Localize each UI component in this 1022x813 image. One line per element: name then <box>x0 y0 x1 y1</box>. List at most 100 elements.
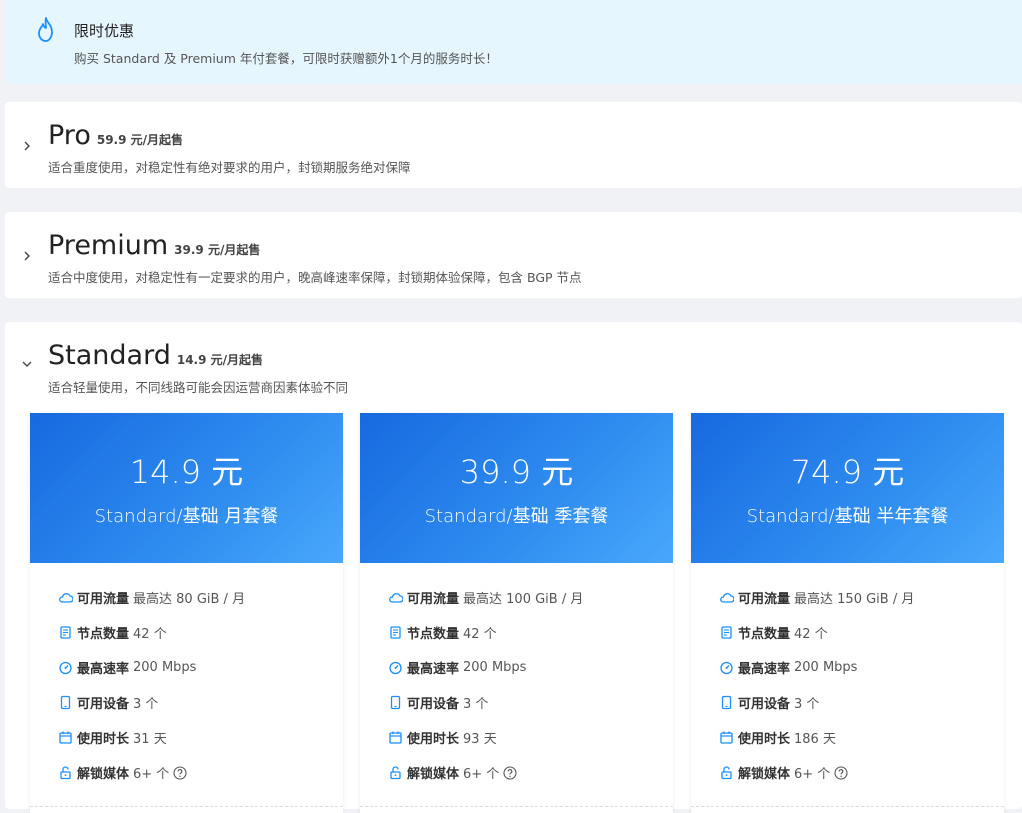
feature-row: 可用流量 最高达 100 GiB / 月 <box>388 588 583 607</box>
plan-title: Standard 14.9 元/月起售 <box>48 340 263 371</box>
unlock-icon <box>721 766 732 780</box>
feature-row: 最高速率 200 Mbps <box>58 658 196 677</box>
chevron-right-icon[interactable] <box>21 250 33 262</box>
divider <box>360 806 673 807</box>
feature-value: 6+ 个 <box>133 767 170 782</box>
pricing-card[interactable]: 74.9 元 Standard/基础 半年套餐可用流量 最高达 150 GiB / … <box>691 413 1004 813</box>
server-icon <box>390 626 401 639</box>
feature-value: 3 个 <box>133 697 159 712</box>
help-icon[interactable] <box>503 765 517 780</box>
tablet-icon <box>60 695 71 710</box>
feature-label: 可用设备 <box>407 697 460 712</box>
plan-title: Premium 39.9 元/月起售 <box>48 230 260 261</box>
feature-row: 可用设备 3 个 <box>388 693 488 712</box>
feature-value: 42 个 <box>794 627 828 642</box>
feature-label: 节点数量 <box>407 627 460 642</box>
feature-row: 使用时长 31 天 <box>58 728 167 747</box>
tier-name: Standard/基础 半年套餐 <box>746 506 949 527</box>
feature-value: 6+ 个 <box>794 767 831 782</box>
feature-row: 最高速率 200 Mbps <box>719 658 857 677</box>
feature-value: 6+ 个 <box>463 767 500 782</box>
feature-value: 31 天 <box>133 732 167 747</box>
feature-row: 解锁媒体 6+ 个 <box>719 763 852 782</box>
feature-row: 解锁媒体 6+ 个 <box>58 763 191 782</box>
cloud-icon <box>389 593 403 603</box>
feature-label: 最高速率 <box>77 662 130 677</box>
feature-label: 可用设备 <box>738 697 791 712</box>
banner-desc: 购买 Standard 及 Premium 年付套餐，可限时获赠额外1个月的服务… <box>74 51 498 66</box>
calendar-icon <box>59 731 72 744</box>
pricing-card[interactable]: 14.9 元 Standard/基础 月套餐 可用流量 最高达 80 GiB / 月节… <box>30 413 343 813</box>
feature-row: 可用流量 最高达 150 GiB / 月 <box>719 588 914 607</box>
pricing-card[interactable]: 39.9 元 Standard/基础 季套餐可用流量 最高达 100 GiB / 月… <box>360 413 673 813</box>
feature-label: 节点数量 <box>738 627 791 642</box>
cloud-icon <box>720 593 734 603</box>
feature-value: 3 个 <box>794 697 820 712</box>
pricing-card-header: 14.9 元 Standard/基础 月套餐 <box>30 413 343 563</box>
feature-value: 最高达 80 GiB / 月 <box>133 592 246 607</box>
plan-premium[interactable]: Premium 39.9 元/月起售 适合中度使用，对稳定性有一定要求的用户，晚高… <box>5 212 1022 298</box>
feature-row: 节点数量 42 个 <box>388 623 497 642</box>
pricing-card-header: 74.9 元 Standard/基础 半年套餐 <box>691 413 1004 563</box>
speedometer-icon <box>720 661 733 675</box>
tablet-icon <box>721 695 732 710</box>
tier-price: 39.9 元 <box>459 453 574 491</box>
plan-desc: 适合重度使用，对稳定性有绝对要求的用户，封锁期服务绝对保障 <box>48 160 411 175</box>
plan-name: Pro <box>48 120 91 151</box>
feature-label: 可用流量 <box>407 592 460 607</box>
feature-row: 使用时长 93 天 <box>388 728 497 747</box>
tier-name: Standard/基础 月套餐 <box>94 506 279 527</box>
plan-desc: 适合中度使用，对稳定性有一定要求的用户，晚高峰速率保障，封锁期体验保障，包含 B… <box>48 270 582 285</box>
plan-price-hint: 59.9 元/月起售 <box>96 133 184 147</box>
speedometer-icon <box>59 661 72 675</box>
tier-price: 74.9 元 <box>790 453 905 491</box>
feature-row: 可用设备 3 个 <box>719 693 819 712</box>
speedometer-icon <box>389 661 402 675</box>
feature-value: 200 Mbps <box>133 660 197 675</box>
feature-label: 节点数量 <box>77 627 130 642</box>
feature-label: 解锁媒体 <box>407 767 460 782</box>
feature-value: 42 个 <box>133 627 167 642</box>
feature-value: 42 个 <box>463 627 497 642</box>
plan-price-hint: 39.9 元/月起售 <box>174 243 261 257</box>
feature-label: 解锁媒体 <box>738 767 791 782</box>
feature-value: 93 天 <box>463 732 497 747</box>
plan-price-hint: 14.9 元/月起售 <box>176 353 264 367</box>
pricing-card-header: 39.9 元 Standard/基础 季套餐 <box>360 413 673 563</box>
feature-row: 最高速率 200 Mbps <box>388 658 526 677</box>
divider <box>691 806 1004 807</box>
chevron-down-icon[interactable] <box>21 358 33 370</box>
plan-title: Pro 59.9 元/月起售 <box>48 120 183 151</box>
calendar-icon <box>389 731 402 744</box>
cloud-icon <box>59 593 73 603</box>
feature-value: 200 Mbps <box>463 660 527 675</box>
feature-label: 最高速率 <box>738 662 791 677</box>
help-icon[interactable] <box>834 765 848 780</box>
feature-value: 最高达 100 GiB / 月 <box>463 592 584 607</box>
feature-row: 使用时长 186 天 <box>719 728 836 747</box>
calendar-icon <box>720 731 733 744</box>
plan-name: Standard <box>48 340 171 371</box>
banner-title: 限时优惠 <box>74 22 135 40</box>
feature-label: 最高速率 <box>407 662 460 677</box>
plan-pro[interactable]: Pro 59.9 元/月起售 适合重度使用，对稳定性有绝对要求的用户，封锁期服务绝… <box>5 102 1022 188</box>
plan-name: Premium <box>48 230 169 261</box>
feature-row: 可用流量 最高达 80 GiB / 月 <box>58 588 245 607</box>
feature-label: 可用设备 <box>77 697 130 712</box>
help-icon[interactable] <box>173 765 187 780</box>
feature-label: 使用时长 <box>738 732 791 747</box>
tier-price: 14.9 元 <box>129 453 244 491</box>
unlock-icon <box>390 766 401 780</box>
feature-value: 186 天 <box>794 732 836 747</box>
promo-banner: 限时优惠 购买 Standard 及 Premium 年付套餐，可限时获赠额外1… <box>5 0 1022 84</box>
fire-icon <box>38 17 53 42</box>
feature-row: 节点数量 42 个 <box>58 623 167 642</box>
feature-value: 最高达 150 GiB / 月 <box>794 592 915 607</box>
chevron-right-icon[interactable] <box>21 140 33 152</box>
feature-row: 解锁媒体 6+ 个 <box>388 763 521 782</box>
server-icon <box>60 626 71 639</box>
feature-row: 可用设备 3 个 <box>58 693 158 712</box>
plan-desc: 适合轻量使用，不同线路可能会因运营商因素体验不同 <box>48 380 349 395</box>
tier-name: Standard/基础 季套餐 <box>424 506 609 527</box>
divider <box>30 806 343 807</box>
